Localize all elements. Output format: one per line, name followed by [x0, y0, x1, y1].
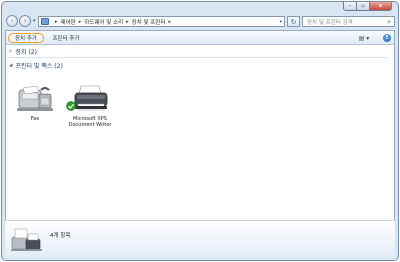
group-header-devices[interactable]: ▷ 장치 (2) — [9, 47, 37, 56]
refresh-button[interactable]: ↻ — [287, 16, 300, 27]
add-device-button[interactable]: 장치 추가 — [8, 33, 44, 43]
help-button[interactable]: ? — [383, 34, 391, 42]
forward-button[interactable]: › — [19, 15, 31, 27]
forward-arrow-icon: › — [23, 17, 27, 25]
breadcrumb-item-devices-and-printers[interactable]: 장치 및 프린터 — [132, 18, 166, 26]
minimize-button[interactable]: – — [343, 2, 357, 11]
close-button[interactable]: x — [370, 2, 392, 11]
address-bar[interactable]: ▸ 제어판 ▸ 하드웨어 및 소리 ▸ 장치 및 프린터 ▸ ▾ — [38, 16, 285, 27]
add-printer-button[interactable]: 프린터 추가 — [50, 33, 82, 43]
group-title: 프린터 및 팩스 (2) — [15, 63, 63, 70]
address-dropdown-icon[interactable]: ▾ — [279, 19, 282, 25]
search-box[interactable]: 장치 및 프린터 검색 ⌕ — [302, 16, 395, 27]
details-pane: 4개 항목 — [5, 220, 395, 258]
group-title: 장치 (2) — [15, 49, 37, 56]
refresh-icon: ↻ — [290, 17, 297, 26]
breadcrumb-separator-icon[interactable]: ▸ — [169, 19, 172, 25]
group-divider — [9, 57, 388, 58]
back-arrow-icon: ‹ — [10, 17, 14, 25]
group-header-printers-and-faxes[interactable]: ◢ 프린터 및 팩스 (2) — [9, 61, 63, 70]
devices-and-printers-window: – ▫ x ‹ › ▾ ▸ 제어판 ▸ 하드웨어 및 소리 ▸ 장치 및 프린터… — [1, 1, 399, 261]
devices-and-printers-icon — [11, 228, 42, 251]
navigation-bar: ‹ › ▾ ▸ 제어판 ▸ 하드웨어 및 소리 ▸ 장치 및 프린터 ▸ ▾ ↻… — [2, 12, 398, 30]
item-count: 4개 항목 — [50, 233, 71, 239]
search-input[interactable]: 장치 및 프린터 검색 — [307, 18, 353, 26]
device-item-xps-writer[interactable]: Microsoft XPS Document Writer — [60, 84, 120, 128]
device-label: Fax — [30, 116, 40, 122]
expand-arrow-icon[interactable]: ▷ — [9, 49, 12, 54]
breadcrumb-item-hardware-and-sound[interactable]: 하드웨어 및 소리 — [84, 18, 123, 26]
collapse-arrow-icon[interactable]: ◢ — [9, 63, 12, 68]
default-printer-check-icon — [66, 101, 76, 111]
breadcrumb-item-control-panel[interactable]: 제어판 — [61, 18, 76, 26]
control-panel-icon — [41, 18, 49, 25]
change-view-button[interactable]: ▤ ▾ — [357, 33, 371, 43]
breadcrumb-separator-icon[interactable]: ▸ — [126, 19, 129, 25]
recent-pages-dropdown-icon[interactable]: ▾ — [33, 18, 36, 24]
breadcrumb-separator-icon[interactable]: ▸ — [79, 19, 82, 25]
maximize-button[interactable]: ▫ — [357, 2, 370, 11]
fax-icon — [17, 85, 53, 111]
back-button[interactable]: ‹ — [6, 15, 18, 27]
command-bar: 장치 추가 프린터 추가 ▤ ▾ ? — [6, 31, 394, 45]
device-item-fax[interactable]: Fax — [10, 84, 60, 122]
breadcrumb-separator-icon[interactable]: ▸ — [55, 19, 58, 25]
caption-buttons: – ▫ x — [343, 2, 392, 12]
device-label: Microsoft XPS Document Writer — [68, 116, 112, 128]
search-icon[interactable]: ⌕ — [387, 18, 391, 27]
